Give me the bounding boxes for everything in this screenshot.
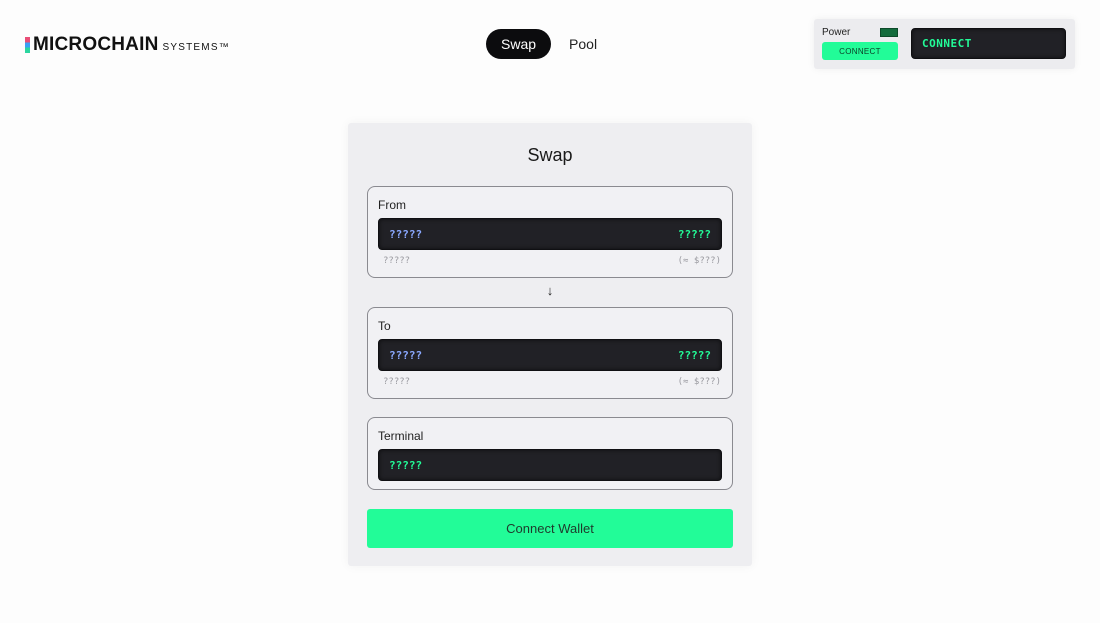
to-usd-value: (≈ $???) [677, 377, 721, 387]
to-balance: ????? [383, 377, 411, 387]
from-amount[interactable]: ????? [678, 228, 711, 241]
terminal-value: ????? [389, 458, 423, 472]
power-panel: Power CONNECT CONNECT [814, 19, 1075, 69]
connect-wallet-button[interactable]: Connect Wallet [367, 509, 733, 548]
tab-swap[interactable]: Swap [486, 29, 552, 59]
brand-name: MICROCHAIN [33, 34, 159, 55]
to-token-selector[interactable]: ????? [389, 349, 422, 362]
from-balance: ????? [383, 256, 411, 266]
brand-logo[interactable]: MICROCHAIN SYSTEMS™ [25, 34, 230, 56]
to-panel: To ????? ????? ????? (≈ $???) [367, 307, 733, 399]
tab-pool[interactable]: Pool [554, 29, 612, 59]
to-amount[interactable]: ????? [678, 349, 711, 362]
to-label: To [378, 319, 391, 333]
from-input[interactable]: ????? ????? [378, 218, 722, 250]
to-sub-row: ????? (≈ $???) [383, 377, 721, 387]
terminal-panel: Terminal ????? [367, 417, 733, 490]
from-token-selector[interactable]: ????? [389, 228, 422, 241]
arrow-down-icon[interactable]: ↓ [348, 283, 752, 298]
swap-card: Swap From ????? ????? ????? (≈ $???) ↓ T… [348, 123, 752, 566]
terminal-output[interactable]: ????? [378, 449, 722, 481]
terminal-label: Terminal [378, 429, 424, 443]
from-usd-value: (≈ $???) [677, 256, 721, 266]
from-label: From [378, 198, 406, 212]
connect-display[interactable]: CONNECT [911, 28, 1066, 59]
from-panel: From ????? ????? ????? (≈ $???) [367, 186, 733, 278]
swap-title: Swap [527, 145, 573, 165]
logo-mark-icon [25, 37, 30, 53]
brand-suffix: SYSTEMS™ [162, 42, 230, 53]
power-led-indicator [880, 28, 898, 37]
main-nav: Swap Pool [486, 29, 612, 59]
power-label: Power [822, 27, 851, 38]
to-input[interactable]: ????? ????? [378, 339, 722, 371]
power-connect-button[interactable]: CONNECT [822, 42, 898, 60]
from-sub-row: ????? (≈ $???) [383, 256, 721, 266]
